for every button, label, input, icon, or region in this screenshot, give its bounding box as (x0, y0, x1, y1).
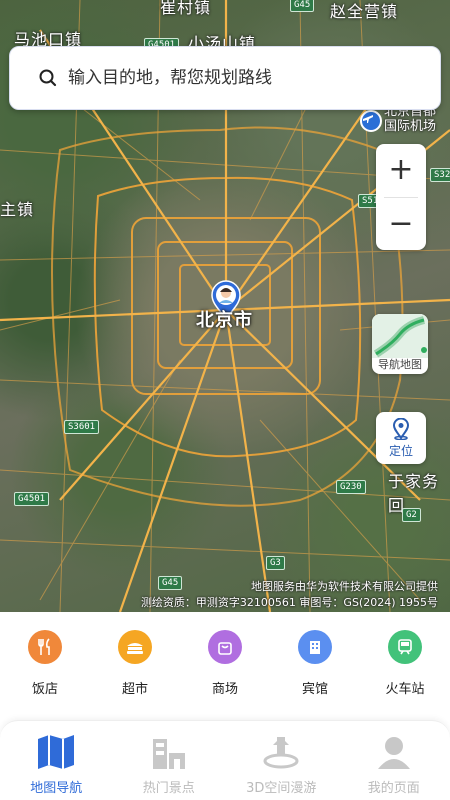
locate-label: 定位 (388, 443, 413, 458)
bottom-navigation: 地图导航 热门景点 3D空间漫游 我的页面 (0, 720, 450, 800)
map-attribution: 地图服务由华为软件技术有限公司提供 (251, 580, 438, 593)
road-tag: G4501 (14, 492, 50, 506)
profile-icon (377, 737, 410, 769)
category-label: 饭店 (31, 682, 58, 697)
locate-button[interactable]: 定位 (376, 412, 426, 464)
vr-3d-icon (263, 737, 299, 769)
map-license: 测绘资质：甲测资字32100561 审图号：GS(2024) 1955号 (140, 596, 438, 609)
attraction-icon (152, 739, 185, 769)
category-hotel[interactable]: 宾馆 (280, 630, 350, 697)
search-icon (39, 69, 57, 87)
location-pin-icon (392, 417, 410, 440)
train-station-icon (388, 630, 422, 664)
nav-map-thumbnail (372, 314, 428, 358)
category-supermarket[interactable]: 超市 (100, 630, 170, 697)
category-label: 超市 (121, 682, 148, 697)
category-mall[interactable]: 商场 (190, 630, 260, 697)
category-label: 宾馆 (301, 682, 328, 697)
nav-tab-3d-roaming[interactable]: 3D空间漫游 (231, 733, 331, 796)
nav-tab-map-navigation[interactable]: 地图导航 (6, 733, 106, 796)
category-label: 火车站 (385, 682, 425, 697)
nav-tab-label: 地图导航 (30, 781, 83, 796)
hotel-icon (298, 630, 332, 664)
zoom-in-button[interactable]: + (376, 144, 426, 197)
category-label: 商场 (211, 682, 238, 697)
nav-tab-label: 热门景点 (142, 781, 195, 796)
road-tag: G45 (290, 0, 315, 12)
city-label: 北京市 (196, 310, 253, 331)
map-icon (38, 735, 75, 769)
supermarket-icon (118, 630, 152, 664)
category-bar: 饭店 超市 商场 宾馆 火车站 (0, 612, 450, 720)
road-tag: G3 (266, 556, 285, 570)
category-train-station[interactable]: 火车站 (370, 630, 440, 697)
road-tag: G45 (158, 576, 183, 590)
road-tag: G2 (402, 508, 421, 522)
road-tag: S32 (430, 168, 450, 182)
road-tag: G230 (336, 480, 366, 494)
search-bar[interactable] (9, 46, 441, 110)
category-restaurant[interactable]: 饭店 (10, 630, 80, 697)
nav-tab-profile[interactable]: 我的页面 (344, 733, 444, 796)
road-tag: S3601 (64, 420, 100, 434)
mall-icon (208, 630, 242, 664)
zoom-control: + − (376, 144, 426, 250)
place-label: 赵全营镇 (330, 2, 399, 21)
nav-map-button[interactable]: 导航地图 (372, 314, 428, 374)
place-label: 崔村镇 (160, 0, 212, 17)
destination-search-input[interactable] (68, 68, 408, 88)
nav-tab-attractions[interactable]: 热门景点 (119, 733, 219, 796)
zoom-out-button[interactable]: − (376, 198, 426, 251)
nav-map-label: 导航地图 (378, 358, 422, 371)
airport-icon[interactable] (360, 110, 382, 132)
restaurant-icon (28, 630, 62, 664)
nav-tab-label: 我的页面 (367, 781, 420, 796)
nav-tab-label: 3D空间漫游 (246, 781, 317, 796)
place-label: 主镇 (0, 200, 35, 219)
